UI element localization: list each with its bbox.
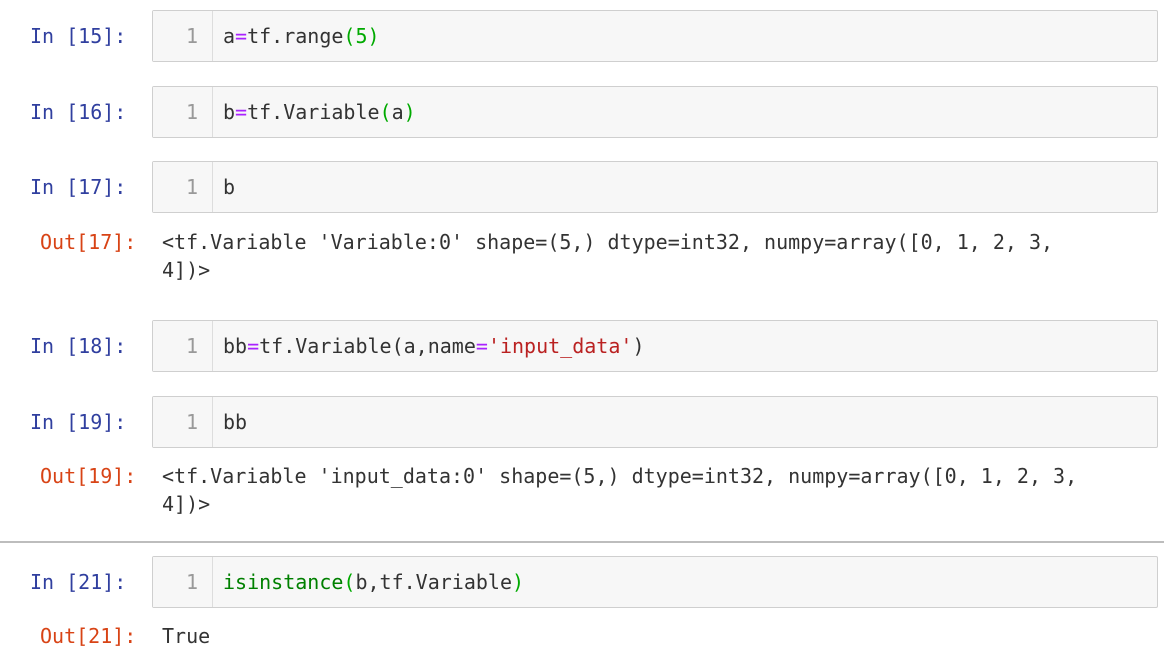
code-cell[interactable]: 1 isinstance(b,tf.Variable) <box>152 556 1158 608</box>
in-prompt: In [18]: <box>30 334 127 358</box>
code-line[interactable]: a=tf.range(5) <box>223 11 380 61</box>
code-line[interactable]: bb <box>223 397 247 447</box>
code-cell[interactable]: 1 bb <box>152 396 1158 448</box>
line-number: 1 <box>153 321 213 371</box>
code-line[interactable]: b <box>223 162 235 212</box>
cell-divider <box>0 541 1164 543</box>
code-line[interactable]: bb=tf.Variable(a,name='input_data') <box>223 321 644 371</box>
code-cell[interactable]: 1 b=tf.Variable(a) <box>152 86 1158 138</box>
out-prompt: Out[17]: <box>40 230 137 254</box>
line-number: 1 <box>153 162 213 212</box>
in-prompt: In [17]: <box>30 175 127 199</box>
code-cell[interactable]: 1 b <box>152 161 1158 213</box>
line-number: 1 <box>153 87 213 137</box>
out-prompt: Out[19]: <box>40 464 137 488</box>
in-prompt: In [19]: <box>30 410 127 434</box>
code-line[interactable]: b=tf.Variable(a) <box>223 87 416 137</box>
cell-output: True <box>162 624 211 648</box>
out-prompt: Out[21]: <box>40 624 137 648</box>
code-line[interactable]: isinstance(b,tf.Variable) <box>223 557 524 607</box>
code-cell[interactable]: 1 a=tf.range(5) <box>152 10 1158 62</box>
notebook: In [15]: 1 a=tf.range(5) In [16]: 1 b=tf… <box>0 0 1164 668</box>
code-cell[interactable]: 1 bb=tf.Variable(a,name='input_data') <box>152 320 1158 372</box>
in-prompt: In [15]: <box>30 24 127 48</box>
in-prompt: In [16]: <box>30 100 127 124</box>
in-prompt: In [21]: <box>30 570 127 594</box>
line-number: 1 <box>153 11 213 61</box>
line-number: 1 <box>153 397 213 447</box>
line-number: 1 <box>153 557 213 607</box>
cell-output: <tf.Variable 'input_data:0' shape=(5,) d… <box>162 464 1078 516</box>
cell-output: <tf.Variable 'Variable:0' shape=(5,) dty… <box>162 230 1054 282</box>
